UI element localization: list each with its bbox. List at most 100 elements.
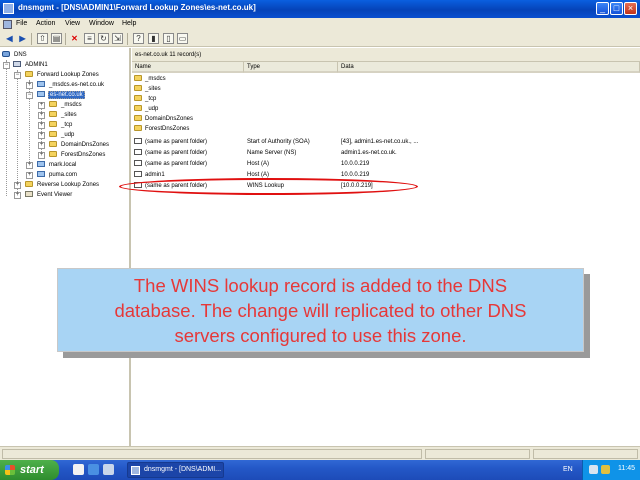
tree-node-dns[interactable]: DNS — [2, 50, 28, 60]
windows-logo-icon — [5, 465, 15, 475]
tree-node-es-net-zone[interactable]: es-net.co.uk — [37, 90, 85, 100]
expand-icon[interactable]: + — [26, 162, 33, 169]
tree-node-subfolder[interactable]: ForestDnsZones — [49, 150, 106, 160]
folder-icon — [49, 111, 57, 117]
table-row[interactable]: (same as parent folder) Start of Authori… — [132, 137, 640, 147]
expand-icon[interactable]: + — [14, 182, 21, 189]
help-icon[interactable]: ? — [133, 33, 144, 44]
details-pane: es-net.co.uk 11 record(s) Name Type Data… — [132, 48, 640, 446]
menu-file[interactable]: File — [16, 20, 27, 27]
folder-icon — [49, 101, 57, 107]
collapse-icon[interactable]: − — [14, 72, 21, 79]
properties-icon[interactable]: ≡ — [84, 33, 95, 44]
table-row[interactable]: (same as parent folder) Host (A) 10.0.0.… — [132, 159, 640, 169]
export-list-icon[interactable]: ⇲ — [112, 33, 123, 44]
list-item[interactable]: _msdcs — [132, 74, 640, 84]
callout-line: The WINS lookup record is added to the D… — [133, 275, 508, 296]
show-hide-tree-icon[interactable]: ▤ — [51, 33, 62, 44]
expand-icon[interactable]: + — [26, 82, 33, 89]
tree-node-msdcs-zone[interactable]: _msdcs.es-net.co.uk — [37, 80, 105, 90]
forward-arrow-icon[interactable]: ▶ — [17, 33, 28, 44]
toolbar-separator — [65, 33, 66, 45]
tree-node-subfolder[interactable]: _msdcs — [49, 100, 83, 110]
folder-icon — [49, 151, 57, 157]
tree-node-reverse-lookup-zones[interactable]: Reverse Lookup Zones — [25, 180, 100, 190]
zone-icon — [37, 161, 45, 167]
folder-icon — [134, 95, 142, 101]
record-icon[interactable]: ▯ — [163, 33, 174, 44]
list-item[interactable]: DomainDnsZones — [132, 114, 640, 124]
folder-icon — [25, 71, 33, 77]
folder-icon — [25, 181, 33, 187]
server-icon[interactable]: ▮ — [148, 33, 159, 44]
folder-icon — [134, 75, 142, 81]
expand-icon[interactable]: + — [26, 172, 33, 179]
collapse-icon[interactable]: − — [3, 62, 10, 69]
expand-icon[interactable]: + — [38, 142, 45, 149]
list-item[interactable]: _udp — [132, 104, 640, 114]
toolbar: ◀ ▶ ⇧ ▤ ✕ ≡ ↻ ⇲ ? ▮ ▯ ▭ — [0, 31, 640, 47]
tree-node-subfolder[interactable]: _sites — [49, 110, 78, 120]
toolbar-separator — [31, 33, 32, 45]
computer-icon — [13, 61, 21, 67]
status-segment — [425, 449, 530, 459]
tree-node-subfolder[interactable]: DomainDnsZones — [49, 140, 110, 150]
column-header-data[interactable]: Data — [338, 62, 640, 73]
expand-icon[interactable]: + — [38, 132, 45, 139]
expand-icon[interactable]: + — [14, 192, 21, 199]
record-icon — [134, 171, 142, 177]
browser-icon[interactable] — [88, 464, 99, 475]
dns-icon — [2, 51, 10, 57]
refresh-icon[interactable]: ↻ — [98, 33, 109, 44]
menu-bar: File Action View Window Help — [0, 18, 640, 31]
menu-help[interactable]: Help — [122, 20, 136, 27]
app-icon[interactable] — [3, 3, 14, 14]
column-header-type[interactable]: Type — [244, 62, 338, 73]
start-button[interactable]: start — [0, 460, 59, 480]
language-indicator[interactable]: EN — [563, 466, 573, 473]
zone-header: es-net.co.uk 11 record(s) — [132, 48, 640, 62]
expand-icon[interactable]: + — [38, 112, 45, 119]
volume-icon[interactable] — [601, 465, 610, 474]
quick-launch-icon[interactable] — [73, 464, 84, 475]
taskbar: start dnsmgmt - [DNS\ADMI... EN 11:45 — [0, 460, 640, 480]
expand-icon[interactable]: + — [38, 122, 45, 129]
tree-node-forward-lookup-zones[interactable]: Forward Lookup Zones — [25, 70, 100, 80]
tree-node-subfolder[interactable]: _tcp — [49, 120, 73, 130]
up-folder-icon[interactable]: ⇧ — [37, 33, 48, 44]
quick-launch-icon[interactable] — [103, 464, 114, 475]
tree-node-admin1[interactable]: ADMIN1 — [13, 60, 49, 70]
tree-node-subfolder[interactable]: _udp — [49, 130, 75, 140]
delete-icon[interactable]: ✕ — [69, 33, 80, 44]
network-icon[interactable] — [589, 465, 598, 474]
list-item[interactable]: _tcp — [132, 94, 640, 104]
maximize-button[interactable]: □ — [610, 2, 623, 15]
clock: 11:45 — [618, 465, 635, 472]
minimize-button[interactable]: _ — [596, 2, 609, 15]
folder-icon — [134, 125, 142, 131]
list-item[interactable]: ForestDnsZones — [132, 124, 640, 134]
tree-node-zone[interactable]: puma.com — [37, 170, 78, 180]
menu-action[interactable]: Action — [36, 20, 55, 27]
expand-icon[interactable]: + — [38, 102, 45, 109]
folder-icon — [49, 131, 57, 137]
expand-icon[interactable]: + — [38, 152, 45, 159]
tree-node-event-viewer[interactable]: Event Viewer — [25, 190, 73, 200]
folder-icon — [49, 141, 57, 147]
taskbar-item-dnsmgmt[interactable]: dnsmgmt - [DNS\ADMI... — [127, 462, 224, 478]
tree-node-zone[interactable]: mark.local — [37, 160, 77, 170]
zone-icon — [37, 81, 45, 87]
status-segment — [533, 449, 638, 459]
close-button[interactable]: × — [624, 2, 637, 15]
table-row[interactable]: (same as parent folder) Name Server (NS)… — [132, 148, 640, 158]
menu-view[interactable]: View — [65, 20, 80, 27]
zone-icon[interactable]: ▭ — [177, 33, 188, 44]
document-icon[interactable] — [3, 20, 12, 29]
record-icon — [134, 138, 142, 144]
column-header-name[interactable]: Name — [132, 62, 244, 73]
menu-window[interactable]: Window — [89, 20, 114, 27]
back-arrow-icon[interactable]: ◀ — [4, 33, 15, 44]
list-item[interactable]: _sites — [132, 84, 640, 94]
window-title: dnsmgmt - [DNS\ADMIN1\Forward Lookup Zon… — [18, 3, 256, 12]
collapse-icon[interactable]: − — [26, 92, 33, 99]
